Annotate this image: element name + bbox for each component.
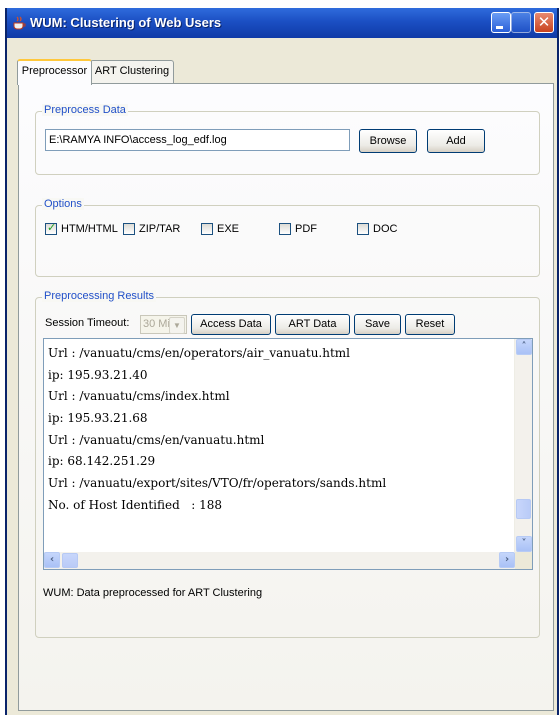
- scroll-up-button[interactable]: ˄: [516, 339, 532, 355]
- check-mark-icon: ✓: [47, 221, 57, 234]
- chevron-down-icon: ˅: [521, 538, 527, 549]
- option-label: ZIP/TAR: [139, 223, 181, 235]
- session-timeout-label: Session Timeout:: [45, 317, 130, 329]
- browse-button[interactable]: Browse: [359, 129, 417, 153]
- file-path-input[interactable]: E:\RAMYA INFO\access_log_edf.log: [45, 129, 350, 151]
- application-window: WUM: Clustering of Web Users ✕ Preproces…: [5, 8, 559, 715]
- close-button[interactable]: ✕: [534, 12, 554, 33]
- add-button[interactable]: Add: [427, 129, 485, 153]
- preprocessing-results-group: Preprocessing Results Session Timeout: 3…: [35, 290, 540, 638]
- chevron-down-icon: ▼: [169, 317, 185, 334]
- results-text-area[interactable]: Url : /vanuatu/cms/en/operators/air_vanu…: [43, 338, 533, 570]
- maximize-button[interactable]: [511, 12, 531, 33]
- chevron-right-icon: ›: [504, 554, 510, 565]
- preprocessor-panel: Preprocess Data E:\RAMYA INFO\access_log…: [18, 83, 554, 711]
- minimize-icon: [496, 26, 503, 29]
- horizontal-scroll-thumb[interactable]: [62, 553, 78, 568]
- checkbox-icon: [201, 223, 213, 235]
- result-line: ip: 195.93.21.40: [48, 367, 148, 382]
- checkbox-icon: ✓: [45, 221, 57, 235]
- status-message: WUM: Data preprocessed for ART Clusterin…: [43, 587, 263, 599]
- title-bar[interactable]: WUM: Clustering of Web Users ✕: [7, 8, 557, 38]
- options-title: Options: [42, 198, 84, 210]
- checkbox-icon: [123, 223, 135, 235]
- result-line: ip: 68.142.251.29: [48, 454, 156, 469]
- option-pdf[interactable]: PDF: [279, 223, 317, 235]
- scroll-corner: [515, 552, 532, 569]
- results-lines: Url : /vanuatu/cms/en/operators/air_vanu…: [48, 343, 512, 517]
- option-zip-tar[interactable]: ZIP/TAR: [123, 223, 180, 235]
- access-data-button[interactable]: Access Data: [191, 314, 271, 335]
- result-line: ip: 195.93.21.68: [48, 411, 148, 426]
- chevron-up-icon: ˄: [521, 341, 527, 352]
- scroll-right-button[interactable]: ›: [499, 552, 515, 568]
- option-exe[interactable]: EXE: [201, 223, 239, 235]
- result-line: No. of Host Identified : 188: [48, 497, 223, 512]
- option-label: HTM/HTML: [61, 223, 118, 235]
- result-line: Url : /vanuatu/cms/en/operators/air_vanu…: [48, 346, 351, 360]
- save-button[interactable]: Save: [354, 314, 401, 335]
- session-timeout-select[interactable]: 30 Mins ▼: [140, 315, 187, 334]
- option-label: EXE: [217, 223, 240, 235]
- option-label: DOC: [373, 223, 398, 235]
- close-icon: ✕: [537, 13, 551, 31]
- horizontal-scrollbar[interactable]: ‹ ›: [44, 552, 515, 569]
- option-htm-html[interactable]: ✓ HTM/HTML: [45, 221, 118, 235]
- scroll-down-button[interactable]: ˅: [516, 536, 532, 552]
- java-cup-icon: [13, 16, 26, 30]
- option-doc[interactable]: DOC: [357, 223, 397, 235]
- chevron-left-icon: ‹: [49, 554, 55, 565]
- checkbox-icon: [279, 223, 291, 235]
- options-group: Options ✓ HTM/HTML ZIP/TAR EXE PDF DOC: [35, 198, 540, 277]
- window-title: WUM: Clustering of Web Users: [30, 15, 222, 30]
- result-line: Url : /vanuatu/cms/en/vanuatu.html: [48, 432, 265, 447]
- vertical-scroll-thumb[interactable]: [516, 499, 531, 519]
- scroll-left-button[interactable]: ‹: [44, 552, 60, 568]
- tab-preprocessor[interactable]: Preprocessor: [17, 59, 92, 85]
- result-line: Url : /vanuatu/export/sites/VTO/fr/opera…: [48, 476, 387, 491]
- minimize-button[interactable]: [491, 12, 511, 33]
- reset-button[interactable]: Reset: [405, 314, 455, 335]
- preprocess-data-group: Preprocess Data E:\RAMYA INFO\access_log…: [35, 104, 540, 175]
- option-label: PDF: [295, 223, 317, 235]
- preprocessing-results-title: Preprocessing Results: [42, 290, 157, 302]
- tab-art-clustering[interactable]: ART Clustering: [90, 60, 174, 83]
- preprocess-data-title: Preprocess Data: [42, 104, 128, 116]
- checkbox-icon: [357, 223, 369, 235]
- art-data-button[interactable]: ART Data: [275, 314, 350, 335]
- result-line: Url : /vanuatu/cms/index.html: [48, 389, 230, 404]
- vertical-scrollbar[interactable]: ˄ ˅: [514, 339, 532, 552]
